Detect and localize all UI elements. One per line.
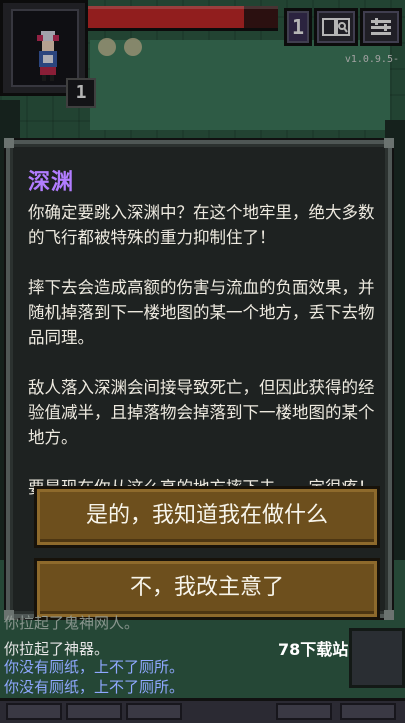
quickslot[interactable]: [126, 703, 182, 720]
quick-action-button[interactable]: [349, 628, 405, 688]
quickslot[interactable]: [276, 703, 332, 720]
window-corner: [4, 138, 14, 148]
window-corner: [384, 138, 394, 148]
window-corner: [384, 610, 394, 620]
log-line: 你没有厕纸，上不了厕所。: [4, 658, 185, 676]
dialog-body: 你确定要跳入深渊中？在这个地牢里，绝大多数的飞行都被特殊的重力抑制住了！ 摔下去…: [28, 203, 375, 497]
confirm-jump-button[interactable]: 是的，我知道我在做什么: [34, 486, 380, 548]
quickslot[interactable]: [340, 703, 396, 720]
toolbar: [0, 698, 405, 723]
quickslot[interactable]: [66, 703, 122, 720]
dialog-title: 深渊: [28, 170, 75, 195]
quickslot[interactable]: [6, 703, 62, 720]
watermark: 78下载站: [278, 640, 349, 659]
log-line: 你没有厕纸，上不了厕所。: [4, 678, 185, 696]
cancel-button[interactable]: 不，我改主意了: [34, 558, 380, 620]
log-line: 你拉起了鬼神网人。: [4, 614, 140, 632]
chasm-dialog: 深渊 你确定要跳入深渊中？在这个地牢里，绝大多数的飞行都被特殊的重力抑制住了！ …: [4, 138, 394, 620]
